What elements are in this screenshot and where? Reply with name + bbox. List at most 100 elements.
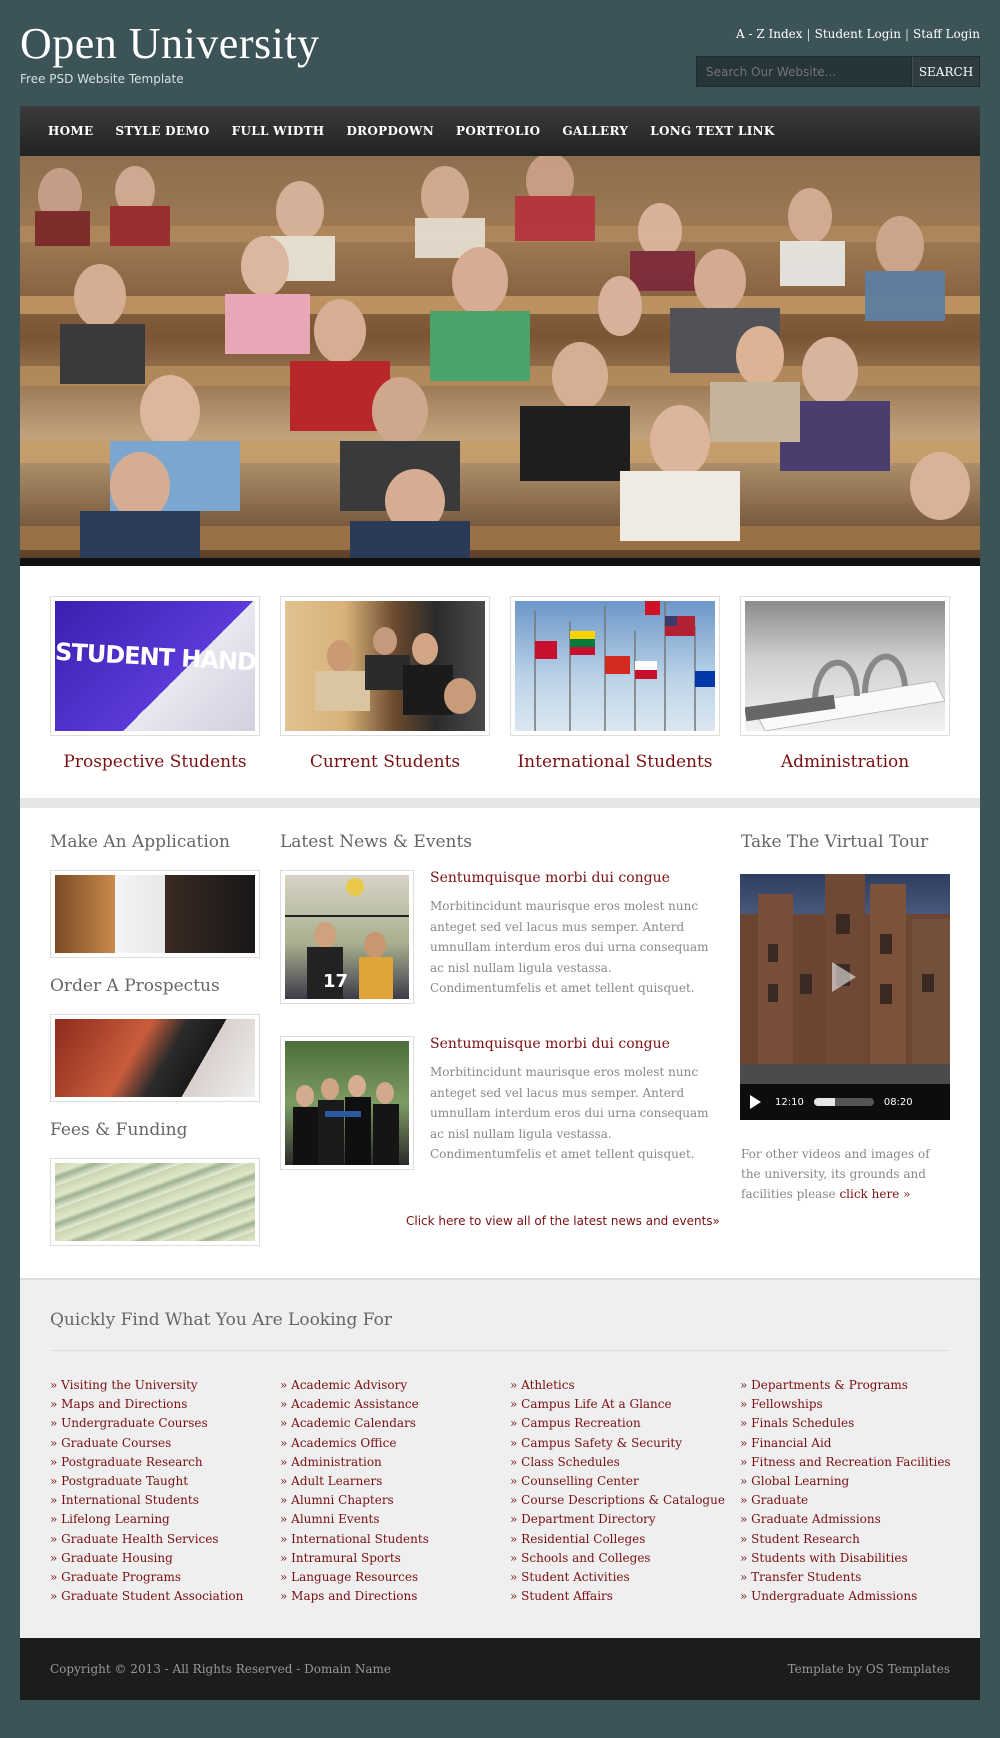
find-link-item[interactable]: Postgraduate Research [50,1453,243,1472]
quick-link-label[interactable]: Prospective Students [50,752,260,772]
quick-link-label[interactable]: International Students [510,752,720,772]
play-button-icon[interactable] [750,1095,761,1109]
template-credit[interactable]: Template by OS Templates [788,1662,950,1676]
nav-long-text-link[interactable]: LONG TEXT LINK [650,124,774,138]
nav-style-demo[interactable]: STYLE DEMO [115,124,209,138]
find-link-item[interactable]: Alumni Chapters [280,1491,429,1510]
quick-link-current[interactable]: Current Students [280,596,490,772]
staff-login-link[interactable]: Staff Login [913,27,980,41]
administration-thumb[interactable] [740,596,950,736]
find-link-item[interactable]: Academic Calendars [280,1414,429,1433]
nav-full-width[interactable]: FULL WIDTH [232,124,325,138]
international-thumb[interactable] [510,596,720,736]
find-link-item[interactable]: Graduate Housing [50,1549,243,1568]
find-link-item[interactable]: Course Descriptions & Catalogue [510,1491,725,1510]
find-link-item[interactable]: Administration [280,1453,429,1472]
find-link-item[interactable]: Maps and Directions [50,1395,243,1414]
find-link-item[interactable]: Campus Safety & Security [510,1434,725,1453]
find-link-item[interactable]: Adult Learners [280,1472,429,1491]
prospective-thumb[interactable]: STUDENT HANDBOOK [50,596,260,736]
video-total-time: 08:20 [883,1096,913,1108]
application-title[interactable]: Make An Application [50,832,230,852]
find-link-item[interactable]: Lifelong Learning [50,1510,243,1529]
play-overlay-icon[interactable] [832,962,856,992]
tour-title: Take The Virtual Tour [741,832,929,852]
news-item-title[interactable]: Sentumquisque morbi dui congue [430,870,716,886]
find-link-item[interactable]: Class Schedules [510,1453,725,1472]
find-link-item[interactable]: Graduate [740,1491,951,1510]
find-link-item[interactable]: Graduate Student Association [50,1587,243,1606]
site-header: Open University Free PSD Website Templat… [0,0,1000,106]
find-link-item[interactable]: Fellowships [740,1395,951,1414]
search-input[interactable] [696,56,912,87]
find-link-item[interactable]: Fitness and Recreation Facilities [740,1453,950,1472]
quick-link-international[interactable]: International Students [510,596,720,772]
find-link-item[interactable]: Language Resources [280,1568,429,1587]
find-link-item[interactable]: Graduate Health Services [50,1530,243,1549]
find-link-item[interactable]: Maps and Directions [280,1587,429,1606]
find-link-item[interactable]: International Students [280,1530,429,1549]
middle-section: Make An Application Order A Prospectus F… [20,808,980,1278]
find-link-item[interactable]: Undergraduate Admissions [740,1587,951,1606]
find-link-item[interactable]: Departments & Programs [740,1376,951,1395]
find-link-item[interactable]: Undergraduate Courses [50,1414,243,1433]
application-thumb[interactable] [50,870,260,958]
find-link-item[interactable]: Postgraduate Taught [50,1472,243,1491]
find-link-item[interactable]: Finals Schedules [740,1414,951,1433]
news-thumb[interactable] [280,1036,414,1170]
news-thumb[interactable]: 17 [280,870,414,1004]
find-link-item[interactable]: Global Learning [740,1472,951,1491]
find-link-item[interactable]: International Students [50,1491,243,1510]
find-link-item[interactable]: Athletics [510,1376,725,1395]
quick-link-administration[interactable]: Administration [740,596,950,772]
find-link-item[interactable]: Transfer Students [740,1568,951,1587]
find-link-item[interactable]: Financial Aid [740,1434,951,1453]
find-link-item[interactable]: Schools and Colleges [510,1549,725,1568]
nav-portfolio[interactable]: PORTFOLIO [456,124,540,138]
fees-title[interactable]: Fees & Funding [50,1120,188,1140]
az-index-link[interactable]: A - Z Index [736,27,803,41]
find-link-item[interactable]: Department Directory [510,1510,725,1529]
video-progress-bar[interactable] [813,1098,874,1106]
quick-link-label[interactable]: Current Students [280,752,490,772]
find-link-item[interactable]: Student Activities [510,1568,725,1587]
quick-link-label[interactable]: Administration [740,752,950,772]
search-form: SEARCH [696,56,980,87]
find-link-item[interactable]: Student Affairs [510,1587,725,1606]
current-thumb[interactable] [280,596,490,736]
nav-gallery[interactable]: GALLERY [562,124,628,138]
find-link-item[interactable]: Academic Advisory [280,1376,429,1395]
jersey-number: 17 [323,971,348,992]
student-login-link[interactable]: Student Login [815,27,901,41]
video-note-link[interactable]: click here » [839,1187,910,1201]
find-link-item[interactable]: Residential Colleges [510,1530,725,1549]
site-title[interactable]: Open University [20,22,320,66]
find-link-item[interactable]: Alumni Events [280,1510,429,1529]
find-link-item[interactable]: Academics Office [280,1434,429,1453]
all-news-link[interactable]: Click here to view all of the latest new… [406,1214,720,1228]
nav-home[interactable]: HOME [48,124,93,138]
find-link-item[interactable]: Graduate Programs [50,1568,243,1587]
news-item-title[interactable]: Sentumquisque morbi dui congue [430,1036,716,1052]
logo[interactable]: Open University Free PSD Website Templat… [20,22,320,87]
find-link-item[interactable]: Campus Life At a Glance [510,1395,725,1414]
find-link-item[interactable]: Visiting the University [50,1376,243,1395]
find-link-item[interactable]: Student Research [740,1530,951,1549]
video-player[interactable]: 12:10 08:20 [740,874,950,1120]
find-link-item[interactable]: Intramural Sports [280,1549,429,1568]
find-link-item[interactable]: Campus Recreation [510,1414,725,1433]
prospectus-title[interactable]: Order A Prospectus [50,976,220,996]
find-link-item[interactable]: Graduate Admissions [740,1510,951,1529]
fees-thumb[interactable] [50,1158,260,1246]
news-item-text: Morbitincidunt maurisque eros molest nun… [430,899,709,995]
nav-dropdown[interactable]: DROPDOWN [346,124,434,138]
find-link-item[interactable]: Academic Assistance [280,1395,429,1414]
search-button[interactable]: SEARCH [912,56,980,87]
quick-link-prospective[interactable]: STUDENT HANDBOOK Prospective Students [50,596,260,772]
video-note: For other videos and images of the unive… [741,1144,941,1204]
find-link-item[interactable]: Students with Disabilities [740,1549,951,1568]
news-title: Latest News & Events [280,832,473,852]
find-link-item[interactable]: Counselling Center [510,1472,725,1491]
prospectus-thumb[interactable] [50,1014,260,1102]
find-link-item[interactable]: Graduate Courses [50,1434,243,1453]
